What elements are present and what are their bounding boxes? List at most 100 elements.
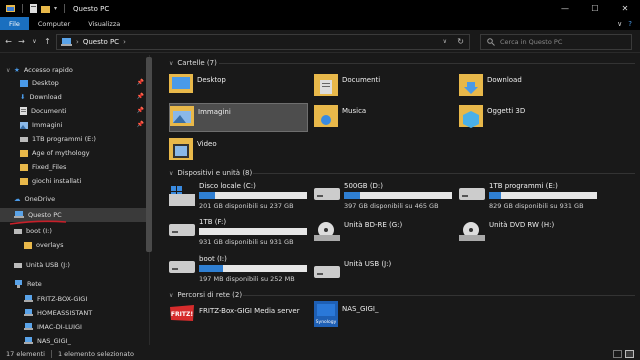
nav-item-age-of-mythology[interactable]: Age of mythology <box>0 146 149 160</box>
nav-item-immagini[interactable]: Immagini 📌 <box>0 118 149 132</box>
pin-icon[interactable]: 📌 <box>137 79 144 86</box>
drive-space-info: 397 GB disponibili su 465 GB <box>344 202 439 210</box>
nav-network-fritz[interactable]: FRITZ-BOX-GIGI <box>0 292 149 306</box>
customize-quick-access-icon[interactable]: ▾ <box>54 5 57 12</box>
expand-ribbon-icon[interactable]: ∨ <box>617 20 622 28</box>
folder-label: Documenti <box>342 76 381 84</box>
folder-video[interactable]: Video <box>169 136 307 166</box>
drive-space-info: 201 GB disponibili su 237 GB <box>199 202 294 210</box>
nav-item-documenti[interactable]: Documenti 📌 <box>0 104 149 118</box>
recent-locations-icon[interactable]: ∨ <box>28 34 41 50</box>
nav-item-fixed-files[interactable]: Fixed_Files <box>0 160 149 174</box>
nav-quick-access[interactable]: ∨ ★ Accesso rapido <box>0 63 149 77</box>
nav-network-homeassistant[interactable]: HOMEASSISTANT <box>0 306 149 320</box>
back-button[interactable]: ← <box>2 34 15 50</box>
nav-network[interactable]: Rete <box>0 277 149 291</box>
nav-overlays[interactable]: overlays <box>0 238 149 252</box>
nav-item-label: giochi installati <box>32 177 82 185</box>
forward-button[interactable]: → <box>15 34 28 50</box>
minimize-button[interactable]: — <box>550 0 580 17</box>
folders-group-header[interactable]: ∨ Cartelle (7) <box>169 59 217 67</box>
drive-h[interactable]: Unità DVD RW (H:) <box>459 221 599 245</box>
drives-group-header[interactable]: ∨ Dispositivi e unità (8) <box>169 169 252 177</box>
nav-usb-drive[interactable]: Unità USB (J:) <box>0 258 149 272</box>
pin-icon[interactable]: 📌 <box>137 107 144 114</box>
breadcrumb-chevron[interactable]: › <box>76 38 79 46</box>
network-group-header[interactable]: ∨ Percorsi di rete (2) <box>169 291 242 299</box>
new-folder-icon[interactable] <box>41 5 50 13</box>
drive-c[interactable]: Disco locale (C:) 201 GB disponibili su … <box>169 182 309 212</box>
address-toolbar: ← → ∨ ↑ › Questo PC › ∨ ↻ Cerca in Quest… <box>0 31 640 53</box>
search-placeholder: Cerca in Questo PC <box>500 38 563 46</box>
network-fritz-media-server[interactable]: FRITZ! FRITZ-Box-GIGI Media server <box>169 303 309 329</box>
drive-i[interactable]: boot (I:) 197 MB disponibili su 252 MB <box>169 255 309 285</box>
breadcrumb-questo-pc[interactable]: Questo PC <box>83 38 119 46</box>
tiles-view-button[interactable] <box>625 349 634 358</box>
folder-musica[interactable]: Musica <box>314 103 452 133</box>
breadcrumb-chevron-2[interactable]: › <box>123 38 126 46</box>
hard-drive-icon <box>314 188 340 200</box>
nav-item-label: Immagini <box>32 121 63 129</box>
nav-item-label: FRITZ-BOX-GIGI <box>37 295 88 303</box>
nav-item-giochi-installati[interactable]: giochi installati <box>0 174 149 188</box>
tab-computer[interactable]: Computer <box>29 17 79 30</box>
nav-item-label: HOMEASSISTANT <box>37 309 93 317</box>
drive-d[interactable]: 500GB (D:) 397 GB disponibili su 465 GB <box>314 182 454 212</box>
pin-icon[interactable]: 📌 <box>137 93 144 100</box>
collapse-arrow-icon[interactable]: ∨ <box>169 60 173 67</box>
nav-boot-label: boot (I:) <box>26 227 52 235</box>
address-dropdown-icon[interactable]: ∨ <box>443 38 447 45</box>
drive-j[interactable]: Unità USB (J:) <box>314 260 454 284</box>
properties-icon[interactable] <box>30 4 37 13</box>
nav-network-imac[interactable]: IMAC-DI-LUIGI <box>0 320 149 334</box>
refresh-icon[interactable]: ↻ <box>457 37 464 46</box>
download-folder-icon <box>459 74 483 96</box>
up-button[interactable]: ↑ <box>41 34 54 50</box>
drive-usage-bar <box>199 265 307 272</box>
close-button[interactable]: ✕ <box>610 0 640 17</box>
drive-name: Disco locale (C:) <box>199 182 256 190</box>
pictures-folder-icon <box>170 106 194 126</box>
collapse-arrow-icon[interactable]: ∨ <box>169 292 173 299</box>
network-computer-icon <box>24 323 33 330</box>
folder-label: Immagini <box>198 108 231 116</box>
hard-drive-icon <box>459 188 485 200</box>
usb-drive-icon <box>314 266 340 278</box>
details-view-button[interactable] <box>613 349 622 358</box>
drive-g[interactable]: Unità BD-RE (G:) <box>314 221 454 245</box>
nav-network-label: Rete <box>27 280 42 288</box>
nav-item-1tb-programmi[interactable]: 1TB programmi (E:) <box>0 132 149 146</box>
drive-name: 1TB programmi (E:) <box>489 182 558 190</box>
collapse-arrow-icon[interactable]: ∨ <box>169 170 173 177</box>
selection-count: 1 elemento selezionato <box>57 349 135 358</box>
tab-file[interactable]: File <box>0 17 29 30</box>
folder-download[interactable]: Download <box>459 72 597 102</box>
nav-scrollbar[interactable] <box>146 57 152 252</box>
nav-item-download[interactable]: ⬇ Download 📌 <box>0 90 149 104</box>
pin-icon[interactable]: 📌 <box>137 121 144 128</box>
red-underline-annotation <box>9 220 67 225</box>
folder-label: Oggetti 3D <box>487 107 526 115</box>
address-bar[interactable]: › Questo PC › ∨ ↻ <box>56 34 470 50</box>
folder-icon <box>20 163 28 171</box>
windows-drive-icon <box>169 186 195 206</box>
folder-immagini[interactable]: Immagini <box>169 103 308 132</box>
tab-visualizza[interactable]: Visualizza <box>79 17 129 30</box>
item-count: 17 elementi <box>6 349 45 358</box>
drive-e[interactable]: 1TB programmi (E:) 829 GB disponibili su… <box>459 182 599 212</box>
content-pane: ∨ Cartelle (7) Desktop Documenti Downloa… <box>153 55 640 345</box>
folder-oggetti-3d[interactable]: Oggetti 3D <box>459 103 597 133</box>
help-icon[interactable]: ? <box>628 20 632 28</box>
drive-f[interactable]: 1TB (F:) 931 GB disponibili su 931 GB <box>169 218 309 248</box>
nav-onedrive[interactable]: ☁ OneDrive <box>0 192 149 206</box>
expand-arrow-icon[interactable]: ∨ <box>6 67 14 74</box>
navigation-pane: ∨ ★ Accesso rapido Desktop 📌 ⬇ Download 📌 … <box>0 55 150 345</box>
folder-documenti[interactable]: Documenti <box>314 72 452 102</box>
nav-item-desktop[interactable]: Desktop 📌 <box>0 76 149 90</box>
maximize-button[interactable]: ☐ <box>580 0 610 17</box>
network-nas[interactable]: Synology NAS_GIGI_ <box>314 301 454 331</box>
folder-desktop[interactable]: Desktop <box>169 72 307 102</box>
search-box[interactable]: Cerca in Questo PC <box>480 34 632 50</box>
fritz-logo-text: FRITZ! <box>171 311 193 318</box>
nav-network-nas[interactable]: NAS_GIGI_ <box>0 334 149 345</box>
